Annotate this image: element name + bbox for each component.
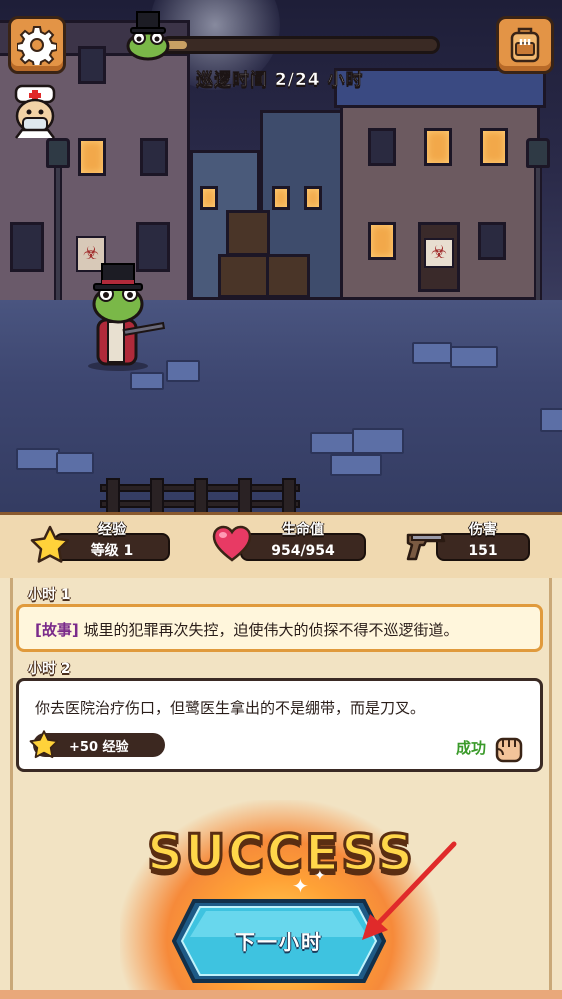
window [478,222,506,260]
pistol-icon [406,533,446,561]
fence-post [238,478,252,512]
crate [218,254,270,298]
street-lamp [54,160,62,308]
right-building-roof [334,68,546,108]
cobblestone [56,452,94,474]
window-lit [200,186,218,210]
crate [226,210,270,256]
window-lit [78,138,106,176]
window-lit [368,222,396,260]
settings-button[interactable] [8,16,66,74]
inventory-button[interactable] [496,16,554,74]
star-icon [29,730,59,759]
damage-value: 151 [468,543,498,559]
hp-title: 生命值 [282,522,324,538]
fist-icon [495,737,523,763]
event-text: 你去医院治疗伤口，但鹭医生拿出的不是绷带，而是刀叉。 [35,699,426,717]
xp-stat: 经验 等级 1 [30,523,170,563]
next-hour-label[interactable]: 下一小时 [172,926,386,955]
xp-title: 经验 [98,522,126,538]
sparkle-icon: ✦ [292,874,309,898]
crate [266,254,310,298]
window [140,138,168,176]
window [10,222,44,272]
doctor-avatar-icon[interactable] [10,84,60,140]
gear-icon [17,26,57,65]
success-title: SUCCESS [146,823,415,884]
sparkle-icon: ✦ [314,868,326,884]
cobblestone [130,372,164,390]
xp-level: 等级 1 [90,543,134,559]
window-lit [304,186,322,210]
fence-post [150,478,164,512]
bottom-edge [0,990,562,999]
cobblestone [330,454,382,476]
story-entry: [故事] 城里的犯罪再次失控，迫使伟大的侦探不得不巡逻街道。 [16,604,543,652]
hour-1-label: 小时 1 [28,587,71,603]
window [78,46,106,84]
cobblestone [352,428,404,454]
damage-stat: 伤害 151 [406,523,530,563]
backpack-icon [510,27,540,63]
story-text: 城里的犯罪再次失控，迫使伟大的侦探不得不巡逻街道。 [83,621,459,639]
stats-bar: 经验 等级 1 生命值 954/954 伤害 151 [0,512,562,578]
window [368,128,396,166]
star-icon [30,525,70,563]
game-scene: ☣ ☣ 巡逻时间 2/24 小时 [0,0,562,512]
cobblestone [412,342,452,364]
cobblestone [310,432,354,454]
cobblestone [166,360,200,382]
fence-post [282,478,296,512]
xp-reward-badge: +50 经验 [29,730,165,759]
damage-title: 伤害 [469,522,497,538]
cobblestone [540,408,562,432]
frog-avatar-icon [126,11,170,61]
story-entry-text: [故事] 城里的犯罪再次失控，迫使伟大的侦探不得不巡逻街道。 [35,619,459,640]
xp-reward-text: +50 经验 [69,740,129,755]
frog-detective-character [88,263,166,371]
hp-value: 954/954 [271,543,335,559]
hour-2-label: 小时 2 [28,661,71,677]
biohazard-poster: ☣ [424,238,454,268]
fence-post [106,478,120,512]
window-lit [424,128,452,166]
event-entry: 你去医院治疗伤口，但鹭医生拿出的不是绷带，而是刀叉。 +50 经验 成功 [16,678,543,772]
heart-icon [212,525,252,562]
window-lit [272,186,290,210]
window-lit [480,128,508,166]
street-lamp [534,160,542,308]
street-lamp-head [526,138,550,168]
xp-pill: 经验 等级 1 [54,523,170,561]
street-lamp-head [46,138,70,168]
hp-stat: 生命值 954/954 [212,523,366,563]
story-tag: [故事] [35,621,79,639]
cobblestone [450,346,498,368]
cobblestone [16,448,60,470]
damage-pill: 伤害 151 [436,523,530,561]
patrol-progress-bar [160,36,440,54]
fence-post [194,478,208,512]
result-label: 成功 [455,739,486,757]
patrol-time-label: 巡逻时间 2/24 小时 [196,70,364,91]
hp-pill: 生命值 954/954 [240,523,366,561]
